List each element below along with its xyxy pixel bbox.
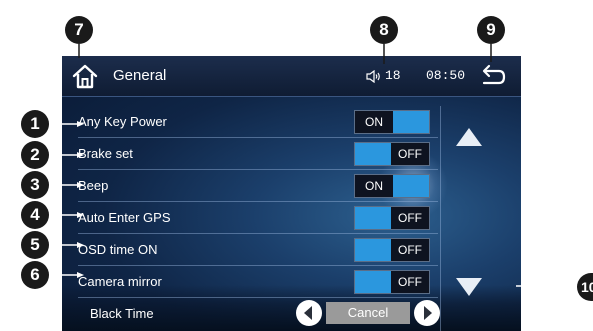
callout-1: 1 (21, 110, 49, 138)
callout-3: 3 (21, 171, 49, 199)
callout-6: 6 (21, 261, 49, 289)
callout-8: 8 (370, 16, 398, 44)
callout-4: 4 (21, 201, 49, 229)
callout-2: 2 (21, 141, 49, 169)
callout-7: 7 (65, 16, 93, 44)
callout-lines (48, 44, 578, 287)
callout-5: 5 (21, 231, 49, 259)
callout-9: 9 (477, 16, 505, 44)
